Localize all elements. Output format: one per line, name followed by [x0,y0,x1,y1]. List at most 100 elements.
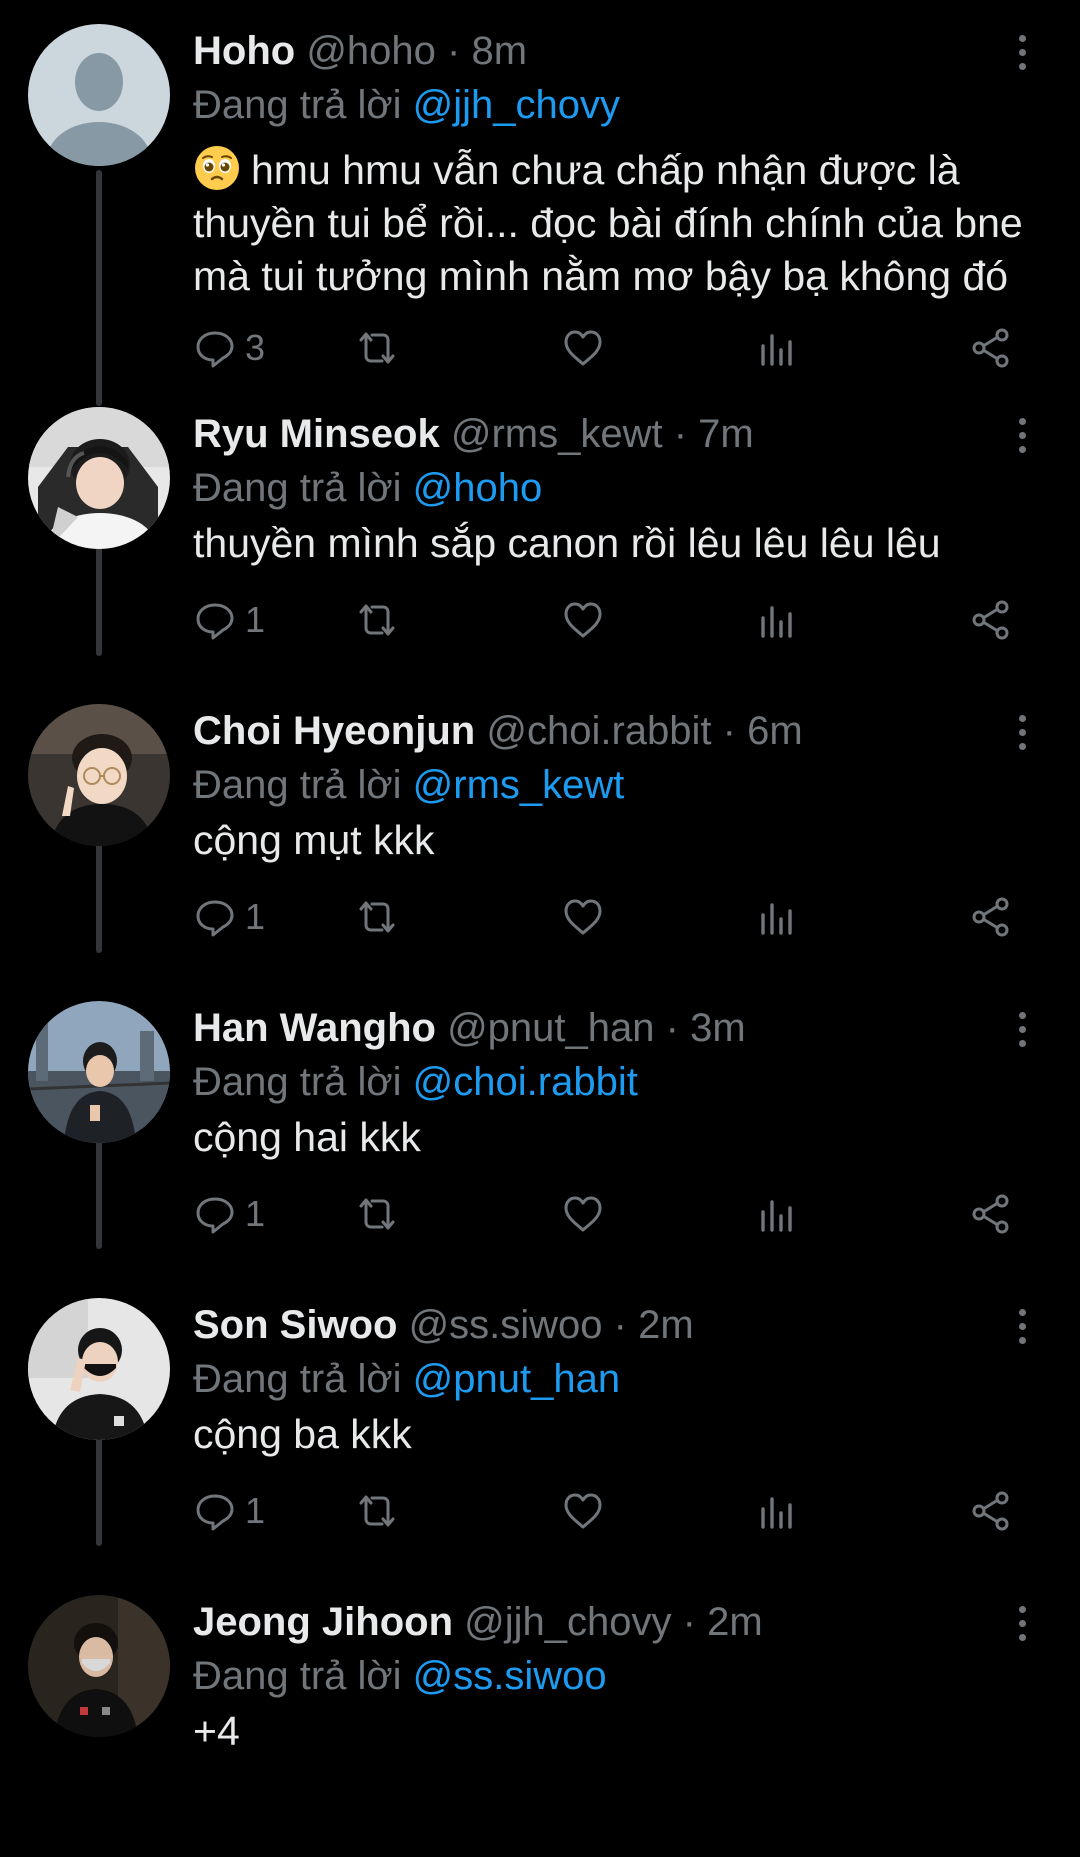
reply-button[interactable]: 1 [193,595,265,645]
reply-button[interactable]: 1 [193,1486,265,1536]
tweet-text: +4 [193,1708,240,1754]
share-button[interactable] [969,323,1013,373]
more-icon[interactable] [1006,1603,1038,1643]
timestamp[interactable]: 2m [707,1600,763,1644]
action-bar: 1 [193,892,1053,942]
retweet-button[interactable] [355,595,399,645]
tweet-header: Choi Hyeonjun @choi.rabbit · 6m [193,706,803,756]
share-icon [972,328,1009,368]
user-handle[interactable]: @pnut_han [447,1006,654,1050]
user-handle[interactable]: @rms_kewt [451,412,663,456]
reply-button[interactable]: 3 [193,323,265,373]
display-name[interactable]: Choi Hyeonjun [193,709,475,753]
timestamp[interactable]: 2m [638,1303,694,1347]
retweet-icon [359,901,395,933]
display-name[interactable]: Ryu Minseok [193,412,440,456]
views-button[interactable] [755,1486,799,1536]
replying-to-label: Đang trả lời [193,1060,402,1104]
replying-to-handle[interactable]: @rms_kewt [413,763,625,807]
replying-to: Đang trả lời @hoho [193,463,542,513]
retweet-button[interactable] [355,323,399,373]
separator-dot: · [673,412,688,456]
avatar-photo[interactable] [28,1595,170,1737]
more-icon[interactable] [1006,712,1038,752]
replying-to-label: Đang trả lời [193,466,402,510]
pleading-face-emoji [195,146,239,190]
like-button[interactable] [561,595,605,645]
avatar-photo[interactable] [28,1001,170,1143]
like-button[interactable] [561,892,605,942]
share-button[interactable] [969,1189,1013,1239]
views-icon [761,903,792,935]
reply-count: 1 [245,1490,266,1531]
avatar-photo[interactable] [28,407,170,549]
display-name[interactable]: Jeong Jihoon [193,1600,453,1644]
views-button[interactable] [755,1189,799,1239]
share-button[interactable] [969,595,1013,645]
retweet-icon [359,332,395,364]
share-button[interactable] [969,892,1013,942]
avatar-photo[interactable] [28,1298,170,1440]
views-icon [761,334,792,366]
views-button[interactable] [755,892,799,942]
replying-to-handle[interactable]: @jjh_chovy [413,83,620,127]
retweet-button[interactable] [355,1189,399,1239]
avatar-default[interactable] [28,24,170,166]
like-icon [564,1196,602,1232]
retweet-button[interactable] [355,892,399,942]
replying-to: Đang trả lời @jjh_chovy [193,80,620,130]
timestamp[interactable]: 8m [471,29,527,73]
more-icon[interactable] [1006,1306,1038,1346]
display-name[interactable]: Son Siwoo [193,1303,397,1347]
avatar-photo[interactable] [28,704,170,846]
tweet[interactable]: Han Wangho @pnut_han · 3m Đang trả lời @… [0,977,1080,1274]
tweet-text: hmu hmu vẫn chưa chấp nhận được là thuyề… [193,147,1023,299]
like-button[interactable] [561,1189,605,1239]
views-button[interactable] [755,323,799,373]
timestamp[interactable]: 6m [747,709,803,753]
like-icon [564,330,602,366]
display-name[interactable]: Hoho [193,29,295,73]
like-icon [564,602,602,638]
retweet-button[interactable] [355,1486,399,1536]
like-button[interactable] [561,1486,605,1536]
tweet[interactable]: Jeong Jihoon @jjh_chovy · 2m Đang trả lờ… [0,1571,1080,1857]
action-bar: 1 [193,595,1053,645]
replying-to: Đang trả lời @ss.siwoo [193,1651,607,1701]
user-handle[interactable]: @ss.siwoo [409,1303,603,1347]
user-handle[interactable]: @choi.rabbit [486,709,711,753]
replying-to-label: Đang trả lời [193,1357,402,1401]
display-name[interactable]: Han Wangho [193,1006,436,1050]
separator-dot: · [447,29,461,73]
like-button[interactable] [561,323,605,373]
reply-button[interactable]: 1 [193,892,265,942]
replying-to-label: Đang trả lời [193,83,402,127]
separator-dot: · [682,1600,696,1644]
tweet[interactable]: Son Siwoo @ss.siwoo · 2m Đang trả lời @p… [0,1274,1080,1571]
more-icon[interactable] [1006,32,1038,72]
replying-to-handle[interactable]: @ss.siwoo [413,1654,607,1698]
replying-to-handle[interactable]: @pnut_han [413,1357,620,1401]
share-icon [972,897,1009,937]
tweet[interactable]: Choi Hyeonjun @choi.rabbit · 6m Đang trả… [0,680,1080,977]
timestamp[interactable]: 3m [690,1006,746,1050]
more-icon[interactable] [1006,1009,1038,1049]
user-handle[interactable]: @jjh_chovy [464,1600,671,1644]
reply-icon [196,1197,234,1234]
separator-dot: · [665,1006,679,1050]
tweet[interactable]: Ryu Minseok @rms_kewt · 7m Đang trả lời … [0,383,1080,680]
reply-button[interactable]: 1 [193,1189,265,1239]
replying-to: Đang trả lời @pnut_han [193,1354,620,1404]
replying-to-handle[interactable]: @hoho [413,466,543,510]
share-button[interactable] [969,1486,1013,1536]
tweet-header: Han Wangho @pnut_han · 3m [193,1003,746,1053]
reply-count: 3 [245,327,266,368]
tweet-header: Ryu Minseok @rms_kewt · 7m [193,409,754,459]
replying-to-handle[interactable]: @choi.rabbit [413,1060,638,1104]
views-button[interactable] [755,595,799,645]
more-icon[interactable] [1006,415,1038,455]
like-icon [564,1493,602,1529]
timestamp[interactable]: 7m [698,412,754,456]
share-icon [972,1194,1009,1234]
user-handle[interactable]: @hoho [306,29,436,73]
